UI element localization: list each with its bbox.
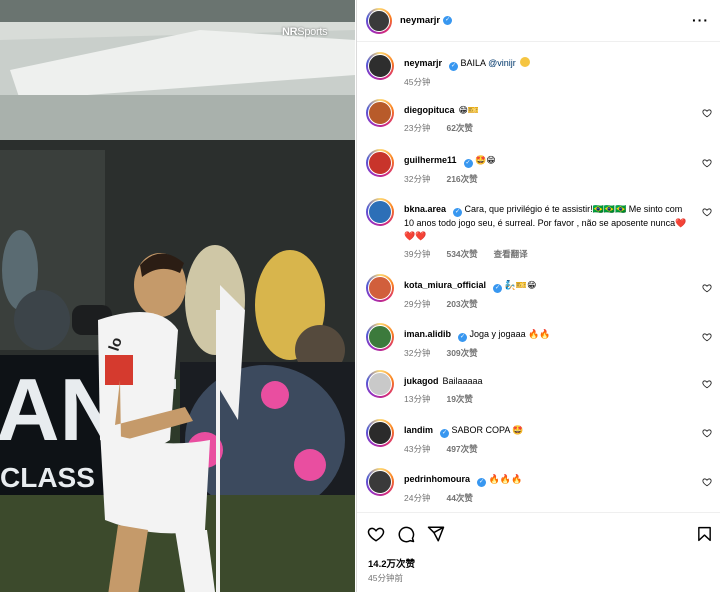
avatar[interactable] [366, 323, 394, 351]
verified-badge-icon: ✓ [443, 16, 453, 25]
comment-username[interactable]: diegopituca [404, 105, 455, 115]
comment-meta: 24分钟 44次赞 [404, 492, 694, 505]
post-time: 45分钟前 [368, 573, 403, 583]
verified-badge-icon: ✓ [463, 159, 473, 168]
comment-meta: 39分钟 534次赞 查看翻译 [404, 248, 694, 261]
bookmark-icon[interactable] [696, 525, 713, 543]
caption-mention[interactable]: @vinijr [488, 58, 516, 68]
comment-likes[interactable]: 19次赞 [446, 394, 472, 404]
heart-icon[interactable] [702, 428, 712, 438]
watermark: NRSports [282, 26, 328, 38]
comment-username[interactable]: jukagod [404, 376, 439, 386]
verified-badge-icon: ✓ [440, 429, 450, 438]
comment-likes[interactable]: 216次赞 [446, 174, 477, 184]
heart-icon[interactable] [702, 332, 712, 342]
comment-time: 23分钟 [404, 123, 431, 133]
verified-badge-icon: ✓ [453, 208, 463, 217]
caption-username[interactable]: neymarjr [404, 58, 442, 68]
more-horizontal-icon[interactable]: ··· [692, 12, 709, 28]
comment-time: 43分钟 [404, 444, 431, 454]
avatar[interactable] [366, 274, 394, 302]
avatar[interactable] [366, 370, 394, 398]
smile-emoji-icon [520, 57, 531, 67]
comment-likes[interactable]: 497次赞 [446, 444, 477, 454]
comment-text: 🔥🔥🔥 [488, 474, 523, 484]
comment-text: Joga y jogaaa 🔥🔥 [469, 329, 551, 339]
heart-icon[interactable] [702, 283, 712, 293]
likes-total[interactable]: 14.2万次赞 [368, 556, 415, 570]
comment-time: 39分钟 [404, 249, 431, 259]
comment-time: 32分钟 [404, 174, 431, 184]
comment-time: 32分钟 [404, 348, 431, 358]
comment-meta: 32分钟 216次赞 [404, 173, 694, 186]
heart-icon[interactable] [702, 158, 712, 168]
comment-likes[interactable]: 62次赞 [446, 123, 472, 133]
heart-icon[interactable] [702, 477, 712, 487]
comment-text: 😁🎫 [458, 105, 480, 115]
caption-text: BAILA [460, 58, 486, 68]
heart-icon[interactable] [702, 108, 712, 118]
comment-text: SABOR COPA 🤩 [451, 425, 524, 435]
avatar[interactable] [366, 52, 394, 80]
comment-likes[interactable]: 534次赞 [446, 249, 477, 259]
header-username[interactable]: neymarjr [400, 15, 440, 26]
comment-meta: 43分钟 497次赞 [404, 443, 694, 456]
comment-username[interactable]: landim [404, 425, 433, 435]
comment-username[interactable]: iman.alidib [404, 329, 451, 339]
comment-text: Cara, que privilégio é te assistir!🇧🇷🇧🇷🇧… [404, 204, 687, 241]
heart-icon[interactable] [702, 379, 712, 389]
avatar[interactable] [366, 468, 394, 496]
board-sub: CLASS [0, 462, 95, 493]
comment-meta: 13分钟 19次赞 [404, 393, 694, 406]
avatar[interactable] [366, 149, 394, 177]
comment-likes[interactable]: 44次赞 [446, 493, 472, 503]
verified-badge-icon: ✓ [493, 284, 503, 293]
comment-username[interactable]: kota_miura_official [404, 280, 486, 290]
comment-meta: 32分钟 309次赞 [404, 347, 694, 360]
comment-text: 🤩😁 [475, 155, 496, 165]
watermark-rest: Sports [297, 26, 328, 38]
comment-time: 13分钟 [404, 394, 431, 404]
post-header: neymarjr ✓ ··· [357, 0, 720, 42]
comment-icon[interactable] [397, 525, 415, 543]
heart-icon[interactable] [702, 207, 712, 217]
comment-username[interactable]: bkna.area [404, 204, 446, 214]
post-panel: neymarjr ✓ ··· neymarjr ✓ BAILA @vinijr 4… [356, 0, 720, 592]
comment-likes[interactable]: 203次赞 [446, 299, 477, 309]
comment-meta: 29分钟 203次赞 [404, 298, 694, 311]
comment-time: 24分钟 [404, 493, 431, 503]
avatar[interactable] [366, 419, 394, 447]
comments-list[interactable]: neymarjr ✓ BAILA @vinijr 45分钟 diegopituca… [357, 42, 720, 512]
avatar[interactable] [366, 99, 394, 127]
comment-text: 🧞🎫😁 [504, 280, 537, 290]
caption-time: 45分钟 [404, 77, 431, 87]
comment-username[interactable]: pedrinhomoura [404, 474, 470, 484]
post-footer: 14.2万次赞 45分钟前 [357, 512, 720, 592]
heart-icon[interactable] [367, 525, 385, 543]
verified-badge-icon: ✓ [449, 62, 459, 71]
share-icon[interactable] [427, 525, 445, 543]
comment-likes[interactable]: 309次赞 [446, 348, 477, 358]
verified-badge-icon: ✓ [477, 478, 487, 487]
comment-time: 29分钟 [404, 299, 431, 309]
avatar[interactable] [366, 198, 394, 226]
comment-username[interactable]: guilherme11 [404, 155, 457, 165]
caption-meta: 45分钟 [404, 76, 694, 89]
watermark-bold: NR [282, 26, 298, 38]
verified-badge-icon: ✓ [458, 333, 468, 342]
comment-text: Bailaaaaa [442, 376, 483, 386]
action-bar [367, 525, 713, 545]
media-frame: ANT CLASS lo [0, 0, 355, 592]
avatar[interactable] [366, 7, 392, 34]
comment-meta: 23分钟 62次赞 [404, 122, 694, 135]
post-media[interactable]: ANT CLASS lo NRSports [0, 0, 355, 592]
see-translation-link[interactable]: 查看翻译 [494, 249, 528, 259]
